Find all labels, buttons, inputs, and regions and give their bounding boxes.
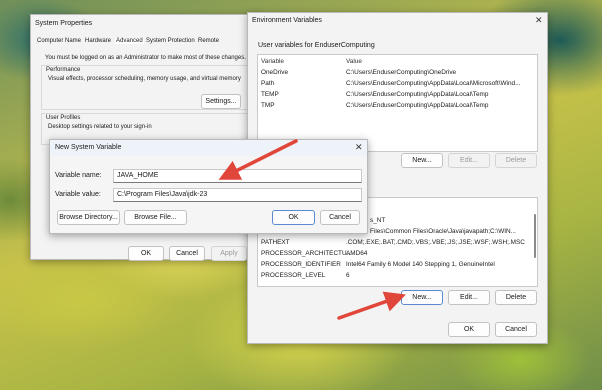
settings-button[interactable]: Settings...: [201, 94, 241, 109]
row-value: C:\Users\EnduserComputing\AppData\Local\…: [346, 80, 521, 87]
row-variable: OneDrive: [261, 69, 288, 76]
system-delete-button[interactable]: Delete: [495, 290, 537, 305]
row-variable: Path: [261, 80, 275, 87]
variable-value-label: Variable value:: [55, 191, 101, 198]
system-properties-title: System Properties: [35, 20, 93, 27]
user-profiles-title: User Profiles: [46, 115, 81, 121]
tab-bar: Computer Name Hardware Advanced System P…: [35, 37, 257, 47]
performance-desc: Visual effects, processor scheduling, me…: [48, 76, 241, 82]
row-value: C:\Users\EnduserComputing\AppData\Local\…: [346, 91, 489, 98]
performance-title: Performance: [46, 67, 81, 73]
tab-computer-name[interactable]: Computer Name: [37, 38, 81, 44]
row-variable: PROCESSOR_LEVEL: [261, 272, 326, 279]
user-variables-title: User variables for EnduserComputing: [258, 42, 375, 49]
row-variable: TEMP: [261, 91, 279, 98]
sysprops-apply-button[interactable]: Apply: [211, 246, 247, 261]
env-cancel-button[interactable]: Cancel: [495, 322, 537, 337]
row-value: Intel64 Family 6 Model 140 Stepping 1, G…: [346, 261, 495, 268]
row-variable: TMP: [261, 102, 275, 109]
row-variable: PROCESSOR_ARCHITECTU...: [261, 250, 352, 257]
col-value-header: Value: [346, 58, 362, 65]
user-delete-button[interactable]: Delete: [495, 153, 537, 168]
variable-name-field[interactable]: JAVA_HOME: [113, 169, 362, 183]
row-value: .COM;.EXE;.BAT;.CMD;.VBS;.VBE;.JS;.JSE;.…: [346, 239, 525, 246]
user-variables-table[interactable]: Variable Value OneDrive C:\Users\Enduser…: [257, 54, 538, 152]
sysprops-cancel-button[interactable]: Cancel: [169, 246, 205, 261]
variable-name-label: Variable name:: [55, 172, 102, 179]
row-variable: PATHEXT: [261, 239, 290, 246]
scrollbar[interactable]: [534, 214, 536, 258]
dialog-cancel-button[interactable]: Cancel: [320, 210, 360, 225]
close-icon[interactable]: ✕: [535, 15, 543, 26]
tab-hardware[interactable]: Hardware: [85, 38, 111, 44]
user-edit-button[interactable]: Edit...: [448, 153, 490, 168]
row-value: s_NT: [370, 217, 386, 224]
sysprops-ok-button[interactable]: OK: [128, 246, 164, 261]
col-variable-header: Variable: [261, 58, 284, 65]
user-profiles-desc: Desktop settings related to your sign-in: [48, 124, 152, 130]
close-icon[interactable]: ✕: [355, 142, 363, 153]
env-vars-title: Environment Variables: [252, 17, 322, 24]
browse-directory-button[interactable]: Browse Directory...: [57, 210, 120, 225]
admin-notice: You must be logged on as an Administrato…: [45, 55, 246, 61]
row-value: Files\Common Files\Oracle\Java\javapath;…: [370, 228, 516, 235]
system-edit-button[interactable]: Edit...: [448, 290, 490, 305]
browse-file-button[interactable]: Browse File...: [124, 210, 187, 225]
tab-system-protection[interactable]: System Protection: [146, 38, 195, 44]
tab-advanced[interactable]: Advanced: [115, 38, 144, 44]
env-ok-button[interactable]: OK: [448, 322, 490, 337]
row-value: AMD64: [346, 250, 368, 257]
new-system-variable-dialog: New System Variable ✕ Variable name: JAV…: [49, 139, 368, 234]
user-new-button[interactable]: New...: [401, 153, 443, 168]
dialog-title: New System Variable: [55, 144, 122, 151]
dialog-ok-button[interactable]: OK: [272, 210, 315, 225]
row-value: C:\Users\EnduserComputing\AppData\Local\…: [346, 102, 489, 109]
row-value: 6: [346, 272, 350, 279]
row-value: C:\Users\EnduserComputing\OneDrive: [346, 69, 457, 76]
variable-value-field[interactable]: C:\Program Files\Java\jdk-23: [113, 188, 362, 202]
row-variable: PROCESSOR_IDENTIFIER: [261, 261, 341, 268]
tab-remote[interactable]: Remote: [198, 38, 219, 44]
system-new-button[interactable]: New...: [401, 290, 443, 305]
